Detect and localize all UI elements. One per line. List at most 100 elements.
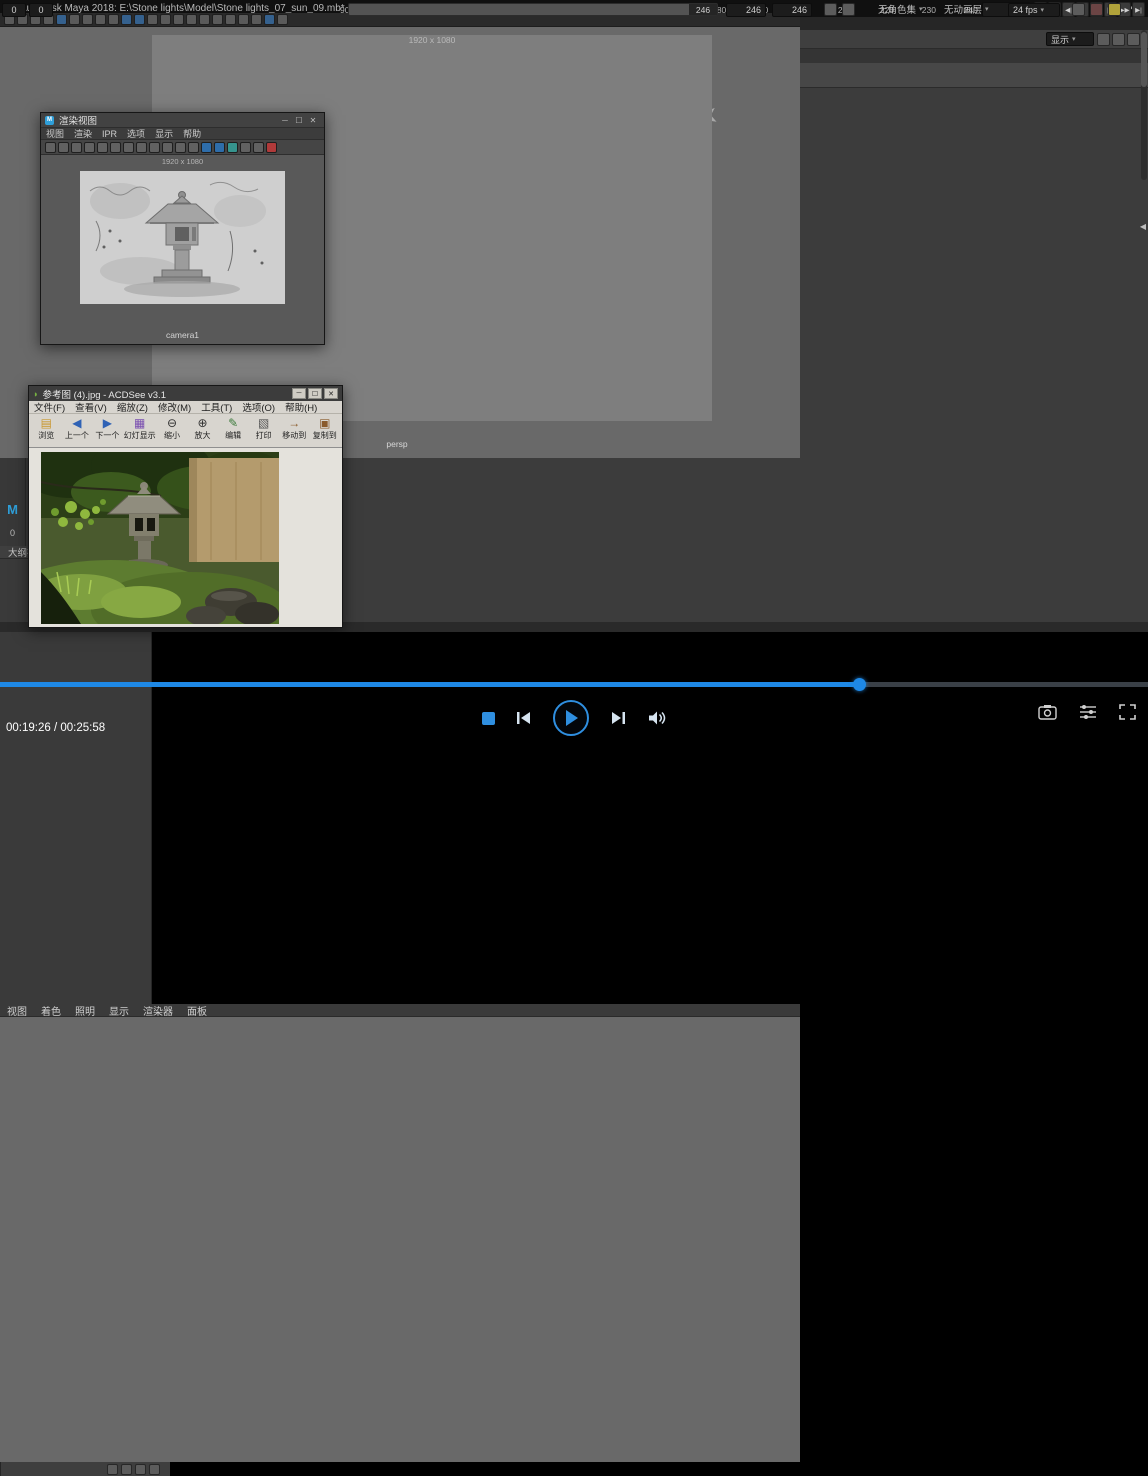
viewport-toolbar-icon[interactable] bbox=[108, 14, 119, 25]
range-slider-bar[interactable]: 246 bbox=[348, 3, 718, 16]
maximize-icon[interactable]: ☐ bbox=[292, 114, 306, 126]
viewport-menu-item[interactable]: 照明 bbox=[68, 1003, 102, 1018]
play-button[interactable] bbox=[553, 700, 589, 736]
viewport-toolbar-icon[interactable] bbox=[238, 14, 249, 25]
render-view-toolbar-icon[interactable] bbox=[149, 142, 160, 153]
close-icon[interactable]: ✕ bbox=[306, 114, 320, 126]
character-set-dropdown[interactable]: 无角色集▾ bbox=[878, 2, 923, 16]
fps-dropdown[interactable]: 24 fps▾ bbox=[1008, 3, 1060, 17]
panel-collapse-icon[interactable]: ◀ bbox=[1140, 222, 1146, 231]
channel-box-scrollbar[interactable] bbox=[1141, 30, 1147, 180]
minimize-icon[interactable]: ─ bbox=[278, 114, 292, 126]
render-view-toolbar-icon[interactable] bbox=[110, 142, 121, 153]
playback-button[interactable]: ▶| bbox=[1132, 2, 1145, 17]
previous-button[interactable] bbox=[515, 710, 533, 726]
render-view-toolbar-icon[interactable] bbox=[97, 142, 108, 153]
viewport-toolbar-icon[interactable] bbox=[134, 14, 145, 25]
viewport-toolbar-icon[interactable] bbox=[225, 14, 236, 25]
viewport-toolbar-icon[interactable] bbox=[173, 14, 184, 25]
render-view-toolbar-icon[interactable] bbox=[175, 142, 186, 153]
anim-layer-dropdown[interactable]: 无动画层▾ bbox=[944, 2, 989, 16]
viewport-toolbar-icon[interactable] bbox=[212, 14, 223, 25]
acdsee-menu-item[interactable]: 缩放(Z) bbox=[112, 400, 153, 414]
anim-end-field[interactable]: 246 bbox=[772, 3, 812, 17]
render-view-canvas[interactable]: 1920 x 1080 bbox=[41, 155, 324, 344]
acdsee-toolbar-button[interactable]: ⊖ 缩小 bbox=[159, 416, 186, 441]
viewport-toolbar-icon[interactable] bbox=[95, 14, 106, 25]
acdsee-menu-item[interactable]: 选项(O) bbox=[237, 400, 280, 414]
minimize-icon[interactable]: ─ bbox=[292, 388, 306, 399]
viewport-menu-item[interactable]: 渲染器 bbox=[136, 1003, 180, 1018]
render-view-toolbar-icon[interactable] bbox=[123, 142, 134, 153]
statusline-icon[interactable] bbox=[1127, 33, 1140, 46]
render-view-toolbar-icon[interactable] bbox=[71, 142, 82, 153]
render-view-titlebar[interactable]: M 渲染视图 ─ ☐ ✕ bbox=[41, 113, 324, 128]
fullscreen-icon[interactable] bbox=[1119, 704, 1136, 720]
render-view-menu-item[interactable]: 帮助 bbox=[178, 127, 206, 140]
render-view-toolbar-icon[interactable] bbox=[253, 142, 264, 153]
render-view-menu-item[interactable]: 显示 bbox=[150, 127, 178, 140]
acdsee-toolbar-button[interactable]: ⊕ 放大 bbox=[189, 416, 216, 441]
viewport-toolbar-icon[interactable] bbox=[160, 14, 171, 25]
render-view-toolbar-icon[interactable] bbox=[214, 142, 225, 153]
settings-sliders-icon[interactable] bbox=[1079, 704, 1097, 720]
render-view-toolbar-icon[interactable] bbox=[58, 142, 69, 153]
panel-corner-icon[interactable] bbox=[135, 1464, 146, 1475]
viewport-toolbar-icon[interactable] bbox=[69, 14, 80, 25]
playback-end-field[interactable]: 246 bbox=[726, 3, 766, 17]
acdsee-menu-item[interactable]: 工具(T) bbox=[196, 400, 237, 414]
acdsee-toolbar-button[interactable]: ▦ 幻灯显示 bbox=[125, 416, 155, 441]
render-view-toolbar-icon[interactable] bbox=[266, 142, 277, 153]
next-button[interactable] bbox=[609, 710, 627, 726]
acdsee-toolbar-button[interactable]: ▶ 下一个 bbox=[94, 416, 121, 441]
render-view-toolbar-icon[interactable] bbox=[201, 142, 212, 153]
viewport-menu-item[interactable]: 着色 bbox=[34, 1003, 68, 1018]
anim-start-field[interactable]: 0 bbox=[2, 3, 26, 17]
video-progress-bar[interactable] bbox=[0, 682, 1148, 687]
panel-corner-icon[interactable] bbox=[121, 1464, 132, 1475]
acdsee-toolbar-button[interactable]: ▣ 复制到 bbox=[312, 416, 339, 441]
render-view-menu-item[interactable]: 选项 bbox=[122, 127, 150, 140]
graph-editor-icon[interactable] bbox=[842, 3, 855, 16]
render-view-toolbar-icon[interactable] bbox=[227, 142, 238, 153]
statusline-icon[interactable] bbox=[1112, 33, 1125, 46]
render-view-toolbar-icon[interactable] bbox=[136, 142, 147, 153]
viewport-toolbar-icon[interactable] bbox=[264, 14, 275, 25]
viewport-toolbar-icon[interactable] bbox=[147, 14, 158, 25]
acdsee-toolbar-button[interactable]: ▤ 浏览 bbox=[33, 416, 60, 441]
acdsee-titlebar[interactable]: ◗ 参考图 (4).jpg - ACDSee v3.1 ─ ☐ ✕ bbox=[29, 386, 342, 401]
timeline-tick[interactable]: 230 bbox=[922, 5, 936, 15]
render-view-toolbar-icon[interactable] bbox=[84, 142, 95, 153]
comment-icon[interactable] bbox=[1072, 3, 1085, 16]
volume-button[interactable] bbox=[647, 710, 667, 726]
stop-button[interactable] bbox=[482, 712, 495, 725]
display-dropdown[interactable]: 显示▾ bbox=[1046, 32, 1094, 46]
render-view-toolbar-icon[interactable] bbox=[162, 142, 173, 153]
viewport-toolbar-icon[interactable] bbox=[56, 14, 67, 25]
acdsee-menu-item[interactable]: 帮助(H) bbox=[280, 400, 322, 414]
animation-preferences-icon[interactable] bbox=[1108, 3, 1121, 16]
render-view-menu-item[interactable]: 视图 bbox=[41, 127, 69, 140]
acdsee-menu-item[interactable]: 查看(V) bbox=[70, 400, 112, 414]
statusline-icon[interactable] bbox=[1097, 33, 1110, 46]
acdsee-toolbar-button[interactable]: → 移动到 bbox=[281, 416, 308, 441]
viewport-menu-item[interactable]: 显示 bbox=[102, 1003, 136, 1018]
auto-keyframe-icon[interactable] bbox=[1090, 3, 1103, 16]
panel-corner-icon[interactable] bbox=[107, 1464, 118, 1475]
acdsee-menu-item[interactable]: 文件(F) bbox=[29, 400, 70, 414]
render-view-menu-item[interactable]: IPR bbox=[97, 129, 122, 139]
viewport-toolbar-icon[interactable] bbox=[199, 14, 210, 25]
viewport-toolbar-icon[interactable] bbox=[277, 14, 288, 25]
snapshot-icon[interactable] bbox=[1038, 704, 1057, 720]
maximize-icon[interactable]: ☐ bbox=[308, 388, 322, 399]
viewport-toolbar-icon[interactable] bbox=[251, 14, 262, 25]
render-view-menu-item[interactable]: 渲染 bbox=[69, 127, 97, 140]
viewport-toolbar-icon[interactable] bbox=[82, 14, 93, 25]
acdsee-toolbar-button[interactable]: ▧ 打印 bbox=[250, 416, 277, 441]
viewport-toolbar-icon[interactable] bbox=[186, 14, 197, 25]
viewport-menu-item[interactable]: 视图 bbox=[0, 1003, 34, 1018]
acdsee-menu-item[interactable]: 修改(M) bbox=[153, 400, 196, 414]
playback-start-field[interactable]: 0 bbox=[29, 3, 53, 17]
acdsee-toolbar-button[interactable]: ◀ 上一个 bbox=[64, 416, 91, 441]
acdsee-toolbar-button[interactable]: ✎ 编辑 bbox=[220, 416, 247, 441]
